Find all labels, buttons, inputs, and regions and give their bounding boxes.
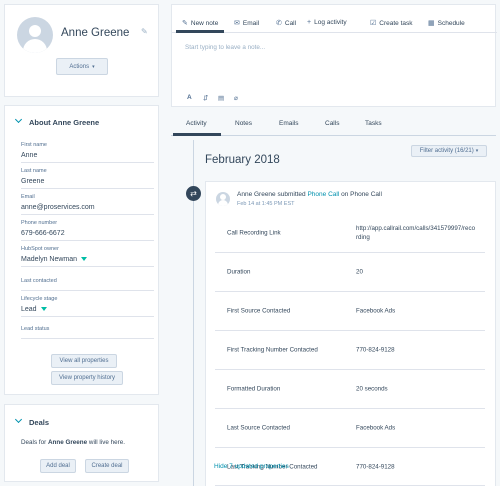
- lead-status-label: Lead status: [21, 326, 50, 332]
- property-key: Duration: [227, 268, 251, 276]
- active-tab-underline: [176, 30, 224, 33]
- month-heading: February 2018: [205, 154, 280, 166]
- add-deal-button[interactable]: Add deal: [40, 459, 76, 473]
- divider: [21, 188, 154, 189]
- divider: [21, 266, 154, 267]
- about-title[interactable]: About Anne Greene: [29, 118, 99, 127]
- edit-icon: ✎: [182, 20, 188, 27]
- view-all-properties-button[interactable]: View all properties: [51, 354, 117, 368]
- chevron-down-icon: ▾: [475, 148, 479, 154]
- tab-calls[interactable]: Calls: [325, 120, 339, 127]
- create-deal-button[interactable]: Create deal: [85, 459, 129, 473]
- divider: [21, 240, 154, 241]
- deals-title[interactable]: Deals: [29, 418, 49, 427]
- dropdown-caret-icon: [40, 307, 47, 312]
- tab-email[interactable]: ✉ Email: [234, 19, 259, 28]
- tab-tasks[interactable]: Tasks: [365, 120, 382, 127]
- insert-icon[interactable]: ⇵: [203, 94, 208, 102]
- property-key: Formatted Duration: [227, 385, 281, 393]
- last-contacted-label: Last contacted: [21, 278, 57, 284]
- about-card: About Anne Greene First name Anne Last n…: [4, 105, 159, 395]
- property-row: First Source Contacted Facebook Ads: [215, 291, 485, 330]
- divider: [21, 338, 154, 339]
- attachment-icon[interactable]: ⌀: [234, 94, 238, 102]
- lifecycle-select[interactable]: Lead: [21, 306, 47, 313]
- property-value: 770-824-9128: [356, 346, 395, 354]
- actions-button[interactable]: Actions ▾: [56, 58, 108, 75]
- phone-value[interactable]: 679-666-6672: [21, 230, 65, 237]
- avatar: [216, 192, 230, 206]
- deals-card: Deals Deals for Anne Greene will live he…: [4, 404, 159, 482]
- collapse-chevron-icon[interactable]: [14, 415, 23, 424]
- lifecycle-label: Lifecycle stage: [21, 296, 58, 302]
- property-row: First Tracking Number Contacted 770-824-…: [215, 330, 485, 369]
- property-row: Formatted Duration 20 seconds: [215, 369, 485, 408]
- property-value: 20: [356, 268, 363, 276]
- phone-call-link[interactable]: Phone Call: [307, 191, 339, 198]
- tab-log-activity[interactable]: + Log activity: [307, 19, 347, 26]
- plus-icon: +: [307, 19, 312, 26]
- view-property-history-button[interactable]: View property history: [51, 371, 123, 385]
- event-title: Anne Greene submitted Phone Call on Phon…: [237, 191, 382, 198]
- property-key: Call Recording Link: [227, 229, 281, 236]
- tab-notes[interactable]: Notes: [235, 120, 252, 127]
- phone-icon: ✆: [276, 20, 282, 27]
- task-icon: ☑: [370, 20, 377, 27]
- property-row: Duration 20: [215, 252, 485, 291]
- note-composer: ✎ New note ✉ Email ✆ Call + Log activity ☑ Cr…: [171, 4, 497, 107]
- deals-empty-text: Deals for Anne Greene will live here.: [21, 439, 125, 446]
- phone-label: Phone number: [21, 220, 58, 226]
- text-style-icon[interactable]: A: [187, 94, 192, 101]
- property-value: Facebook Ads: [356, 424, 396, 432]
- tab-emails[interactable]: Emails: [279, 120, 299, 127]
- template-icon[interactable]: ▤: [218, 94, 224, 102]
- divider: [21, 214, 154, 215]
- property-key: Last Source Contacted: [227, 424, 290, 432]
- dropdown-caret-icon: [81, 257, 88, 262]
- email-label: Email: [21, 194, 35, 200]
- owner-label: HubSpot owner: [21, 246, 59, 252]
- last-name-value[interactable]: Greene: [21, 178, 44, 185]
- edit-pencil-icon[interactable]: ✎: [141, 27, 148, 36]
- avatar[interactable]: [17, 17, 53, 53]
- contact-card: Anne Greene ✎ Actions ▾: [4, 4, 159, 97]
- tab-activity[interactable]: Activity: [186, 120, 207, 127]
- contact-name: Anne Greene: [61, 27, 130, 39]
- divider: [21, 290, 154, 291]
- timeline-event-icon: ⇄: [186, 186, 201, 201]
- hide-properties-link[interactable]: Hide 7 updated properties: [214, 463, 289, 470]
- first-name-value[interactable]: Anne: [21, 152, 37, 159]
- last-name-label: Last name: [21, 168, 47, 174]
- note-input[interactable]: Start typing to leave a note...: [185, 44, 485, 88]
- property-row: Call Recording Link http://app.callrail.…: [215, 213, 485, 252]
- property-value: 20 seconds: [356, 385, 388, 393]
- property-value: Facebook Ads: [356, 307, 396, 315]
- filter-activity-button[interactable]: Filter activity (16/21) ▾: [411, 145, 487, 157]
- event-timestamp: Feb 14 at 1:45 PM EST: [237, 201, 295, 207]
- owner-select[interactable]: Madelyn Newman: [21, 256, 88, 263]
- divider: [21, 316, 154, 317]
- active-tab-underline: [173, 133, 221, 136]
- property-key: First Source Contacted: [227, 307, 291, 315]
- tab-call[interactable]: ✆ Call: [276, 19, 296, 28]
- divider: [21, 162, 154, 163]
- calendar-icon: ▦: [428, 20, 435, 27]
- property-value: http://app.callrail.com/calls/341579997/…: [356, 224, 476, 241]
- property-key: First Tracking Number Contacted: [227, 346, 318, 354]
- collapse-chevron-icon[interactable]: [14, 115, 23, 124]
- tab-create-task[interactable]: ☑ Create task: [370, 19, 413, 28]
- chevron-down-icon: ▾: [92, 63, 95, 70]
- tab-schedule[interactable]: ▦ Schedule: [428, 19, 465, 28]
- email-value[interactable]: anne@proservices.com: [21, 204, 95, 211]
- tab-new-note[interactable]: ✎ New note: [182, 19, 218, 28]
- property-row: Last Source Contacted Facebook Ads: [215, 408, 485, 447]
- property-value: 770-824-9128: [356, 463, 395, 470]
- first-name-label: First name: [21, 142, 47, 148]
- email-icon: ✉: [234, 20, 240, 27]
